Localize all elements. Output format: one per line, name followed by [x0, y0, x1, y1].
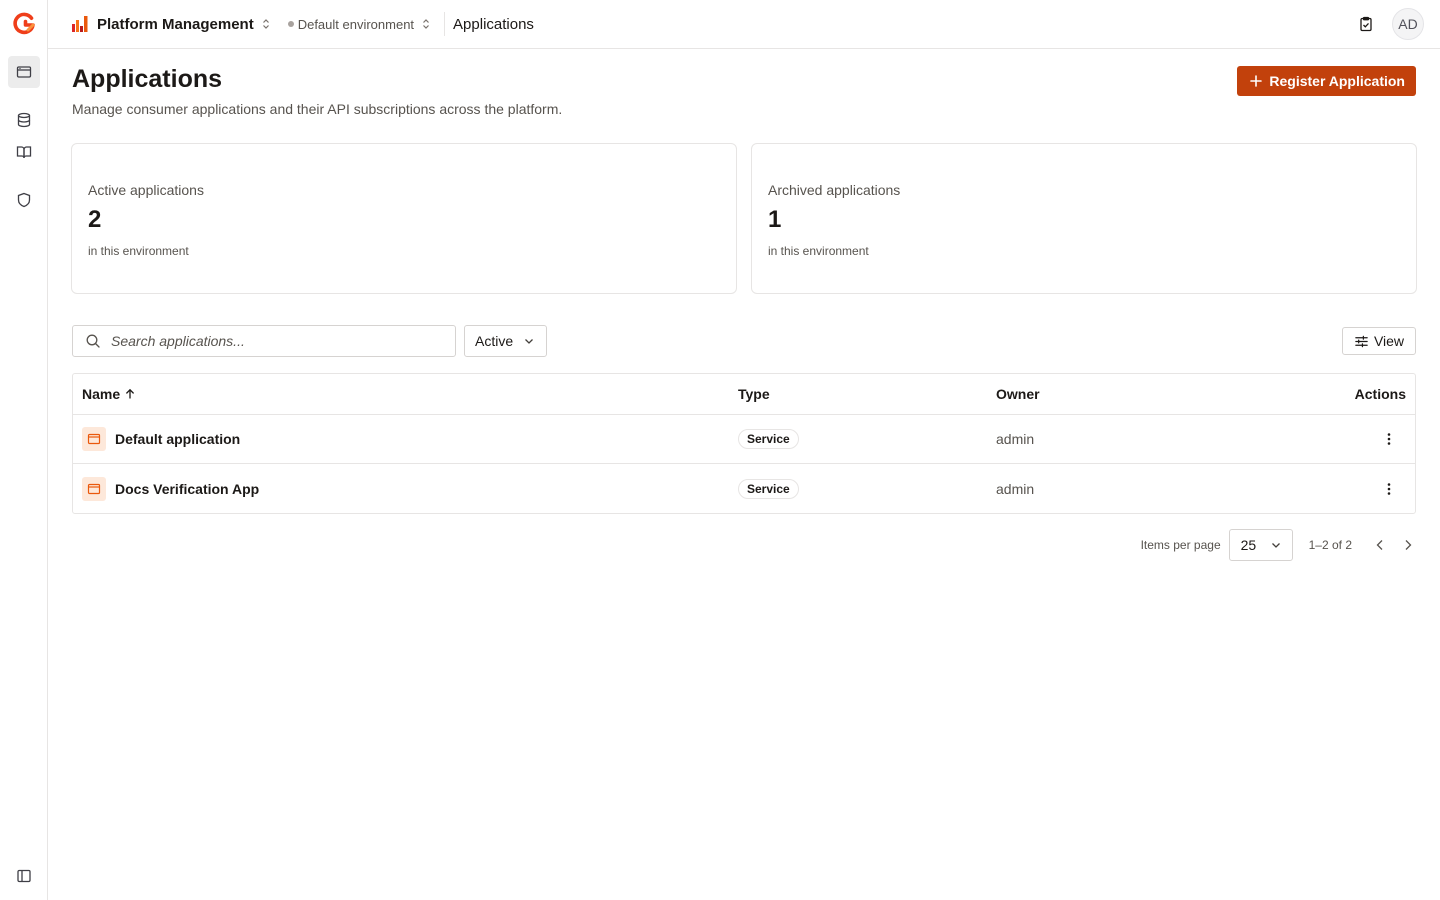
type-badge: Service — [738, 429, 799, 449]
row-actions-button[interactable] — [1381, 481, 1397, 497]
database-icon — [17, 112, 31, 128]
page-title: Applications — [72, 65, 223, 93]
top-bar: Platform Management Default environment … — [48, 0, 1440, 49]
stat-value: 2 — [88, 206, 102, 233]
owner-cell: admin — [996, 480, 1035, 497]
application-icon — [82, 427, 106, 451]
chevron-down-icon — [525, 339, 534, 344]
topbar-divider — [444, 12, 446, 36]
security-nav-button[interactable] — [8, 184, 40, 216]
book-open-icon — [16, 146, 32, 159]
page-description: Manage consumer applications and their A… — [72, 101, 563, 117]
org-bar-chart-icon — [72, 16, 88, 32]
brand-logo-icon[interactable] — [12, 11, 36, 35]
register-application-label: Register Application — [1269, 73, 1405, 89]
status-filter-value: Active — [475, 333, 514, 349]
more-vertical-icon — [1387, 482, 1391, 495]
items-per-page-label: Items per page — [1140, 538, 1221, 552]
more-vertical-icon — [1387, 433, 1391, 445]
register-application-button[interactable]: Register Application — [1237, 66, 1416, 96]
user-avatar[interactable]: AD — [1392, 8, 1424, 40]
stat-subtext: in this environment — [768, 244, 869, 258]
items-per-page-value: 25 — [1240, 537, 1257, 553]
chevron-down-icon — [1272, 543, 1281, 548]
stat-card-active: Active applications 2 in this environmen… — [71, 143, 737, 294]
search-icon — [86, 334, 100, 348]
database-nav-button[interactable] — [8, 104, 40, 136]
sliders-icon — [1355, 335, 1368, 347]
column-header-owner: Owner — [996, 386, 1040, 402]
column-header-actions: Actions — [1354, 386, 1406, 402]
owner-cell: admin — [996, 431, 1035, 447]
view-options-button[interactable]: View — [1342, 327, 1416, 355]
applications-table: Name Type Owner Actions Default applicat… — [72, 373, 1416, 514]
left-rail — [0, 0, 48, 900]
sidebar-toggle-button[interactable] — [8, 860, 40, 892]
applications-nav-button[interactable] — [8, 56, 40, 88]
chevrons-up-down-icon — [423, 19, 429, 29]
sidebar-toggle-icon — [17, 869, 31, 883]
application-name[interactable]: Default application — [115, 431, 240, 447]
type-badge: Service — [738, 478, 799, 499]
org-name: Platform Management — [97, 15, 254, 33]
chevron-left-icon[interactable] — [1372, 537, 1388, 553]
docs-nav-button[interactable] — [8, 136, 40, 168]
row-actions-button[interactable] — [1381, 431, 1397, 447]
plus-icon — [1250, 75, 1263, 87]
chevrons-up-down-icon — [262, 19, 269, 29]
applications-icon — [16, 66, 32, 78]
clipboard-check-icon[interactable] — [1358, 16, 1374, 32]
search-input[interactable] — [111, 333, 431, 349]
application-icon — [82, 476, 106, 501]
shield-icon — [17, 192, 31, 208]
view-label: View — [1373, 333, 1405, 349]
application-name[interactable]: Docs Verification App — [115, 481, 259, 497]
environment-status-dot — [287, 21, 294, 27]
status-filter-select[interactable]: Active — [464, 325, 547, 357]
table-row[interactable]: Default application Service admin — [73, 415, 1415, 464]
table-header: Name Type Owner Actions — [73, 374, 1415, 415]
environment-name: Default environment — [297, 16, 415, 32]
pagination-range: 1–2 of 2 — [1308, 538, 1352, 552]
stat-label: Archived applications — [768, 182, 901, 198]
items-per-page-select[interactable]: 25 — [1228, 529, 1293, 561]
search-box — [72, 325, 456, 357]
environment-switcher[interactable]: Default environment — [287, 16, 432, 32]
arrow-up-icon — [126, 388, 134, 399]
stat-subtext: in this environment — [88, 244, 189, 258]
column-header-type: Type — [738, 386, 770, 402]
column-header-name-label: Name — [82, 386, 121, 402]
table-row[interactable]: Docs Verification App Service admin — [73, 464, 1415, 513]
stat-value: 1 — [768, 206, 782, 233]
org-switcher[interactable]: Platform Management — [71, 15, 272, 33]
stat-card-archived: Archived applications 1 in this environm… — [751, 143, 1417, 294]
stat-label: Active applications — [88, 182, 204, 198]
pagination: Items per page 25 1–2 of 2 — [1141, 529, 1416, 561]
column-header-name[interactable]: Name — [82, 386, 136, 402]
breadcrumb-current: Applications — [453, 15, 534, 33]
chevron-right-icon[interactable] — [1400, 537, 1416, 553]
